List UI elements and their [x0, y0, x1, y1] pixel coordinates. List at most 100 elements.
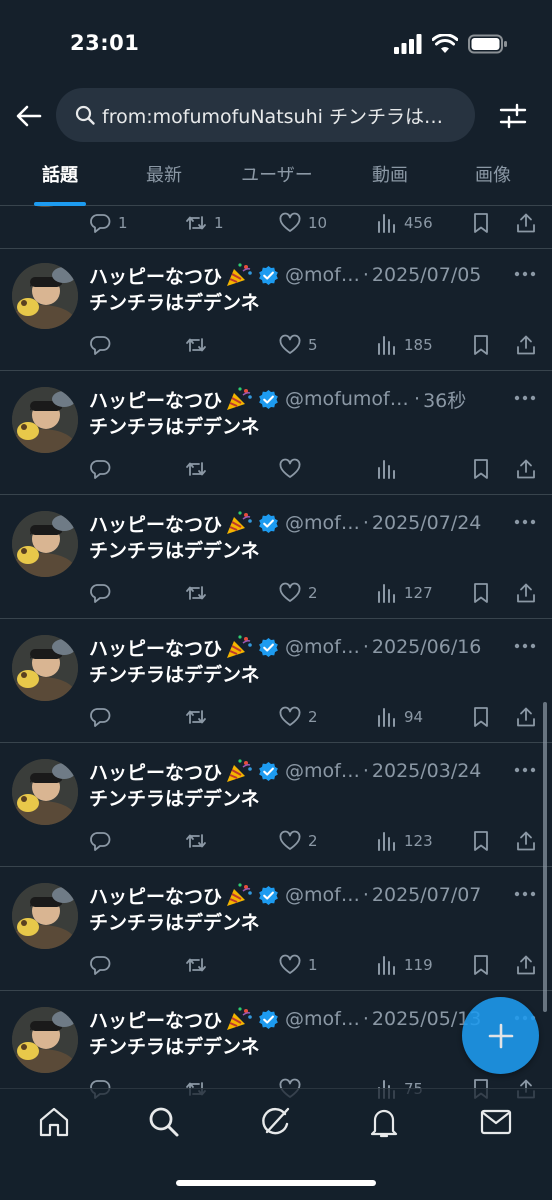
- separator-dot: ·: [362, 884, 369, 906]
- post-card[interactable]: ハッピーなつひ @mof… · 2025/07/07 チンチラはデデンネ 1 1…: [0, 867, 552, 991]
- post-card[interactable]: ハッピーなつひ @mof… · 2025/07/05 チンチラはデデンネ 5 1…: [0, 247, 552, 371]
- share-button[interactable]: [515, 579, 537, 607]
- view-count: 123: [404, 832, 433, 850]
- like-button[interactable]: 2: [279, 579, 318, 607]
- tab-videos[interactable]: 動画: [346, 148, 434, 205]
- repost-button[interactable]: 1: [185, 209, 224, 237]
- separator-dot: ·: [362, 636, 369, 658]
- post-card[interactable]: チンチラはデデンネ 1 1 10 456: [0, 206, 552, 249]
- post-card[interactable]: ハッピーなつひ @mof… · 2025/06/16 チンチラはデデンネ 2 9…: [0, 619, 552, 743]
- filter-sliders-icon[interactable]: [498, 101, 528, 131]
- like-button[interactable]: 1: [279, 951, 318, 979]
- avatar[interactable]: [12, 883, 78, 949]
- bookmark-button[interactable]: [470, 703, 492, 731]
- display-name[interactable]: ハッピーなつひ: [89, 882, 222, 909]
- repost-button[interactable]: [185, 827, 214, 855]
- reply-button[interactable]: [89, 579, 118, 607]
- views-button[interactable]: 123: [375, 827, 433, 855]
- like-button[interactable]: 5: [279, 331, 318, 359]
- post-text: チンチラはデデンネ: [89, 416, 260, 438]
- more-options-icon[interactable]: [512, 757, 538, 783]
- views-button[interactable]: 127: [375, 579, 433, 607]
- like-button[interactable]: [279, 455, 308, 483]
- search-nav-icon[interactable]: [147, 1105, 181, 1139]
- reply-button[interactable]: 1: [89, 209, 128, 237]
- more-options-icon[interactable]: [512, 385, 538, 411]
- post-card[interactable]: ハッピーなつひ @mofumofu… · 36秒 チンチラはデデンネ: [0, 371, 552, 495]
- bookmark-button[interactable]: [470, 455, 492, 483]
- avatar[interactable]: [12, 1007, 78, 1073]
- repost-button[interactable]: [185, 951, 214, 979]
- views-button[interactable]: 185: [375, 331, 433, 359]
- post-card[interactable]: ハッピーなつひ @mof… · 2025/03/24 チンチラはデデンネ 2 1…: [0, 743, 552, 867]
- views-button[interactable]: [375, 455, 404, 483]
- verified-badge-icon: [259, 761, 278, 781]
- tab-latest[interactable]: 最新: [120, 148, 208, 205]
- tab-top[interactable]: 話題: [0, 148, 120, 206]
- more-options-icon[interactable]: [512, 881, 538, 907]
- like-button[interactable]: 2: [279, 703, 318, 731]
- user-handle: @mof…: [285, 1008, 360, 1030]
- avatar[interactable]: [12, 635, 78, 701]
- bookmark-button[interactable]: [470, 579, 492, 607]
- more-options-icon[interactable]: [512, 633, 538, 659]
- user-handle: @mof…: [285, 512, 360, 534]
- display-name[interactable]: ハッピーなつひ: [89, 634, 222, 661]
- analytics-icon: [378, 832, 395, 851]
- bookmark-button[interactable]: [470, 209, 492, 237]
- views-button[interactable]: 119: [375, 951, 433, 979]
- reply-button[interactable]: [89, 951, 118, 979]
- share-button[interactable]: [515, 331, 537, 359]
- reply-button[interactable]: [89, 703, 118, 731]
- display-name[interactable]: ハッピーなつひ: [89, 262, 222, 289]
- search-query: from:mofumofuNatsuhi チンチラはデデンネ: [102, 105, 458, 128]
- repost-button[interactable]: [185, 455, 214, 483]
- like-button[interactable]: 10: [279, 209, 327, 237]
- scroll-indicator[interactable]: [543, 702, 547, 1012]
- avatar[interactable]: [12, 387, 78, 453]
- bookmark-button[interactable]: [470, 827, 492, 855]
- repost-icon: [186, 338, 206, 352]
- verified-badge-icon: [259, 265, 278, 285]
- display-name[interactable]: ハッピーなつひ: [89, 1006, 222, 1033]
- messages-mail-icon[interactable]: [479, 1105, 513, 1139]
- more-options-icon[interactable]: [512, 261, 538, 287]
- bookmark-button[interactable]: [470, 331, 492, 359]
- repost-button[interactable]: [185, 579, 214, 607]
- reply-button[interactable]: [89, 455, 118, 483]
- tab-people[interactable]: ユーザー: [208, 148, 346, 205]
- reply-button[interactable]: [89, 827, 118, 855]
- more-options-icon[interactable]: [512, 509, 538, 535]
- verified-badge-icon: [259, 637, 278, 657]
- display-name[interactable]: ハッピーなつひ: [89, 758, 222, 785]
- share-button[interactable]: [515, 455, 537, 483]
- share-button[interactable]: [515, 951, 537, 979]
- home-icon[interactable]: [37, 1105, 71, 1139]
- notifications-bell-icon[interactable]: [367, 1105, 401, 1139]
- tab-label: 最新: [146, 165, 182, 186]
- views-button[interactable]: 456: [375, 209, 433, 237]
- tab-images[interactable]: 画像: [434, 148, 552, 205]
- reply-icon: [90, 460, 111, 479]
- views-button[interactable]: 94: [375, 703, 423, 731]
- compose-post-button[interactable]: [462, 997, 539, 1074]
- display-name[interactable]: ハッピーなつひ: [89, 386, 222, 413]
- post-card[interactable]: ハッピーなつひ @mof… · 2025/07/24 チンチラはデデンネ 2 1…: [0, 495, 552, 619]
- back-arrow-icon[interactable]: [14, 101, 44, 131]
- avatar[interactable]: [12, 263, 78, 329]
- like-button[interactable]: 2: [279, 827, 318, 855]
- share-button[interactable]: [515, 209, 537, 237]
- avatar[interactable]: [12, 206, 78, 207]
- share-button[interactable]: [515, 827, 537, 855]
- bookmark-button[interactable]: [470, 951, 492, 979]
- avatar[interactable]: [12, 759, 78, 825]
- display-name[interactable]: ハッピーなつひ: [89, 510, 222, 537]
- reply-button[interactable]: [89, 331, 118, 359]
- search-input[interactable]: from:mofumofuNatsuhi チンチラはデデンネ: [56, 88, 475, 142]
- share-button[interactable]: [515, 703, 537, 731]
- repost-button[interactable]: [185, 331, 214, 359]
- search-tabs: 話題 最新 ユーザー 動画 画像: [0, 148, 552, 206]
- repost-button[interactable]: [185, 703, 214, 731]
- grok-icon[interactable]: [258, 1105, 292, 1139]
- avatar[interactable]: [12, 511, 78, 577]
